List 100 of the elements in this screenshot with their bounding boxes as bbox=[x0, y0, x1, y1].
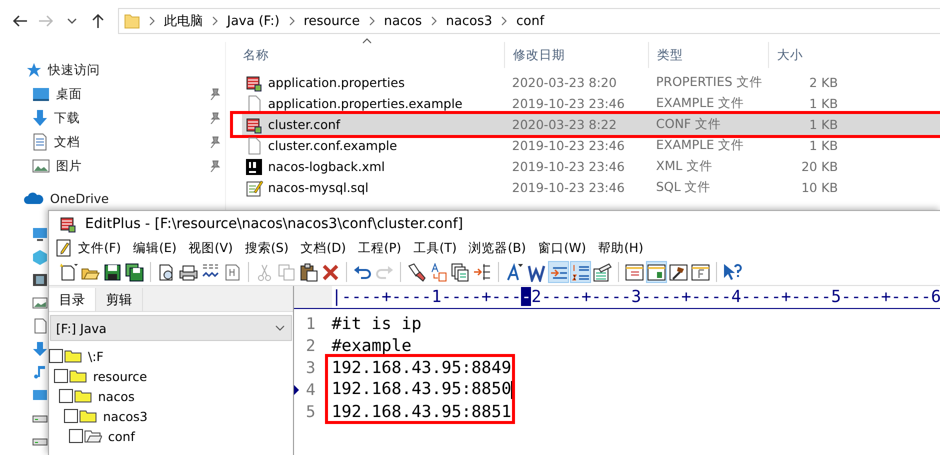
new-file-button[interactable] bbox=[58, 261, 79, 283]
line-number: 2 bbox=[306, 336, 316, 354]
menu-item[interactable]: 视图(V) bbox=[182, 240, 239, 256]
file-size: 20 KB bbox=[800, 159, 838, 174]
file-size: 1 KB bbox=[808, 96, 838, 111]
file-date: 2020-03-23 8:22 bbox=[511, 117, 618, 132]
column-header[interactable]: 名称 bbox=[242, 46, 269, 62]
replace-icon bbox=[429, 262, 448, 282]
help-cursor-icon bbox=[723, 262, 742, 282]
nav-item[interactable]: 桌面 bbox=[56, 86, 82, 102]
breadcrumb-item[interactable]: 此电脑 bbox=[164, 12, 203, 30]
window-layout-button[interactable] bbox=[646, 261, 667, 283]
column-header[interactable]: 修改日期 bbox=[512, 46, 565, 64]
breadcrumb-item[interactable]: nacos3 bbox=[446, 14, 492, 28]
indent-lines-button[interactable] bbox=[548, 261, 569, 283]
folder-name[interactable]: conf bbox=[108, 428, 135, 444]
tree-checkbox[interactable] bbox=[69, 429, 83, 443]
file-type: EXAMPLE 文件 bbox=[655, 137, 746, 154]
tab[interactable]: 目录 bbox=[49, 288, 96, 311]
folder-name[interactable]: nacos3 bbox=[103, 408, 148, 424]
up-arrow-icon[interactable] bbox=[90, 13, 106, 29]
file-size: 2 KB bbox=[808, 75, 838, 90]
film-icon bbox=[32, 272, 48, 288]
back-arrow-icon[interactable] bbox=[12, 13, 28, 29]
file-date: 2019-10-23 23:46 bbox=[511, 138, 626, 153]
flashlight-button[interactable] bbox=[406, 261, 427, 283]
file-type: XML 文件 bbox=[655, 158, 714, 175]
folder-name[interactable]: resource bbox=[93, 368, 148, 384]
file-name[interactable]: nacos-logback.xml bbox=[268, 159, 385, 174]
clipboard-icon bbox=[299, 262, 318, 282]
code-line: #it is ip bbox=[332, 314, 422, 332]
menu-item[interactable]: 帮助(H) bbox=[592, 240, 650, 256]
nav-item[interactable]: OneDrive bbox=[50, 190, 109, 206]
download-icon bbox=[32, 109, 48, 127]
code-line: 192.168.43.95:8851 bbox=[332, 402, 512, 420]
column-header[interactable]: 大小 bbox=[776, 46, 803, 64]
menu-item[interactable]: 工程(P) bbox=[352, 240, 408, 256]
tree-checkbox[interactable] bbox=[64, 409, 78, 423]
sort-caret-icon bbox=[362, 38, 372, 44]
line-number: 5 bbox=[306, 402, 316, 420]
documents-button[interactable] bbox=[450, 261, 471, 283]
letter-a-button[interactable] bbox=[504, 261, 525, 283]
nav-item[interactable]: 文档 bbox=[54, 134, 80, 150]
file-name[interactable]: cluster.conf.example bbox=[268, 138, 398, 153]
ruler-page-button[interactable] bbox=[592, 261, 613, 283]
folder-name[interactable]: nacos bbox=[98, 388, 135, 404]
tree-checkbox[interactable] bbox=[54, 369, 68, 383]
breadcrumb-item[interactable]: nacos bbox=[384, 14, 422, 28]
pencil-page-icon bbox=[56, 239, 72, 257]
numbered-lines-icon bbox=[571, 262, 590, 282]
line-number: 4 bbox=[306, 380, 316, 398]
nav-item[interactable]: 快速访问 bbox=[48, 62, 100, 78]
menu-item[interactable]: 文件(F) bbox=[72, 240, 127, 256]
cloud-icon bbox=[24, 191, 44, 205]
breadcrumb-item[interactable]: Java (F:) bbox=[227, 14, 280, 28]
drive-dropdown[interactable]: [F:] Java bbox=[50, 315, 292, 341]
star-icon bbox=[26, 62, 42, 78]
file-name[interactable]: nacos-mysql.sql bbox=[268, 180, 369, 195]
nav-item[interactable]: 图片 bbox=[56, 158, 82, 174]
page-icon bbox=[223, 262, 242, 282]
file-name[interactable]: cluster.conf bbox=[268, 117, 340, 132]
address-bar[interactable]: 此电脑 Java (F:) resource nacos nacos3 conf bbox=[118, 8, 940, 34]
notepad-icon bbox=[59, 215, 77, 233]
tree-checkbox[interactable] bbox=[49, 349, 63, 363]
code-line: #example bbox=[332, 336, 412, 354]
pencil-note-icon bbox=[245, 178, 263, 196]
menu-item[interactable]: 文档(D) bbox=[294, 240, 352, 256]
column-header[interactable]: 类型 bbox=[656, 46, 683, 64]
chevron-right-icon bbox=[149, 16, 155, 26]
menu-item[interactable]: 工具(T) bbox=[407, 240, 463, 256]
breadcrumb-item[interactable]: conf bbox=[516, 14, 544, 28]
clipboard-button[interactable] bbox=[298, 261, 319, 283]
documents-icon bbox=[451, 262, 470, 282]
file-date: 2019-10-23 23:46 bbox=[511, 96, 626, 111]
menu-item[interactable]: 窗口(W) bbox=[532, 240, 592, 256]
file-date: 2019-10-23 23:46 bbox=[511, 180, 626, 195]
file-size: 10 KB bbox=[800, 180, 838, 195]
tree-checkbox[interactable] bbox=[59, 389, 73, 403]
dropdown-value: [F:] Java bbox=[56, 320, 107, 336]
menu-item[interactable]: 浏览器(B) bbox=[462, 240, 532, 256]
notepad-icon bbox=[245, 74, 263, 92]
numbered-lines-button[interactable] bbox=[570, 261, 591, 283]
list-arrow-button[interactable] bbox=[472, 261, 493, 283]
folder-name[interactable]: \:F bbox=[88, 348, 104, 364]
code-line: 192.168.43.95:8849 bbox=[332, 358, 512, 376]
folder-icon bbox=[124, 13, 140, 29]
nav-item[interactable]: 下载 bbox=[54, 110, 80, 126]
desktop-icon bbox=[32, 387, 48, 403]
menu-item[interactable]: 编辑(E) bbox=[126, 240, 183, 256]
window-layout-icon bbox=[647, 262, 666, 282]
file-name[interactable]: application.properties.example bbox=[268, 96, 462, 111]
menu-item[interactable]: 搜索(S) bbox=[238, 240, 295, 256]
chevron-right-icon bbox=[501, 16, 508, 26]
help-cursor-button[interactable] bbox=[722, 261, 743, 283]
chevron-right-icon bbox=[288, 16, 295, 26]
breadcrumb-item[interactable]: resource bbox=[304, 14, 360, 28]
floppy-disks-button[interactable] bbox=[124, 261, 145, 283]
list-window-icon bbox=[625, 262, 644, 282]
file-name[interactable]: application.properties bbox=[268, 75, 405, 90]
list-arrow-icon bbox=[473, 262, 492, 282]
